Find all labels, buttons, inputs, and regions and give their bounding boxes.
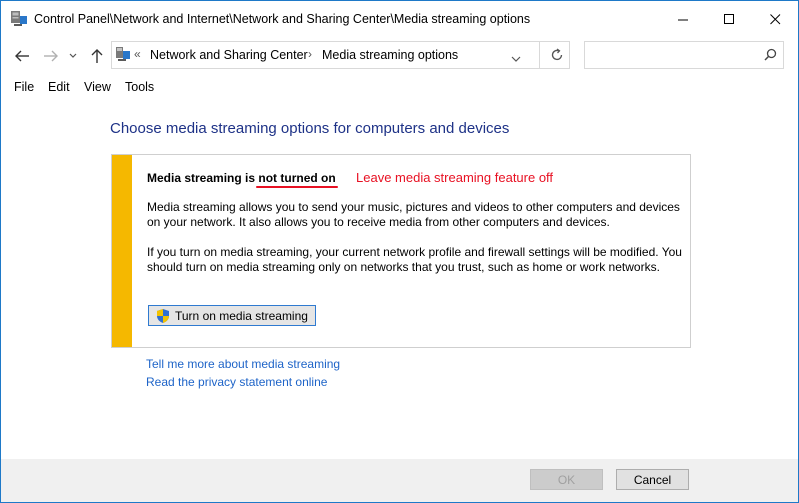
chevron-down-icon — [69, 53, 77, 58]
breadcrumb-separator[interactable]: › — [308, 47, 312, 61]
refresh-button[interactable] — [548, 46, 566, 64]
search-icon[interactable] — [764, 48, 777, 66]
turn-on-button-label: Turn on media streaming — [175, 308, 308, 323]
privacy-statement-link[interactable]: Read the privacy statement online — [146, 375, 327, 389]
back-arrow-icon — [15, 50, 29, 62]
chevron-down-icon — [511, 56, 521, 62]
breadcrumb-network-sharing-center[interactable]: Network and Sharing Center — [150, 48, 308, 62]
status-heading: Media streaming is not turned on — [147, 171, 339, 188]
up-arrow-icon — [91, 49, 103, 63]
menu-bar: File Edit View Tools — [1, 73, 798, 101]
maximize-icon — [723, 13, 734, 24]
close-button[interactable] — [752, 1, 798, 37]
status-value-wrap: not turned on — [256, 171, 339, 188]
control-panel-icon — [115, 46, 131, 69]
warning-paragraph: If you turn on media streaming, your cur… — [147, 245, 682, 274]
media-streaming-panel: Media streaming is not turned on Leave m… — [111, 154, 691, 348]
breadcrumb-media-streaming-options[interactable]: Media streaming options — [322, 48, 458, 62]
description-paragraph: Media streaming allows you to send your … — [147, 200, 680, 229]
window: Control Panel\Network and Internet\Netwo… — [0, 0, 799, 503]
menu-view[interactable]: View — [84, 80, 111, 94]
recent-locations-button[interactable] — [67, 46, 79, 66]
warning-bar — [112, 155, 132, 347]
status-value: not turned on — [258, 171, 336, 185]
address-divider — [539, 42, 540, 68]
network-media-icon — [10, 10, 28, 33]
maximize-button[interactable] — [706, 1, 752, 37]
navigation-bar: « Network and Sharing Center › Media str… — [1, 37, 798, 73]
tell-me-more-link[interactable]: Tell me more about media streaming — [146, 357, 340, 371]
window-title: Control Panel\Network and Internet\Netwo… — [34, 12, 531, 26]
status-prefix: Media streaming is — [147, 171, 259, 185]
ok-button[interactable]: OK — [530, 469, 603, 490]
breadcrumb-overflow[interactable]: « — [134, 47, 141, 61]
turn-on-media-streaming-button[interactable]: Turn on media streaming — [148, 305, 316, 326]
address-bar[interactable]: « Network and Sharing Center › Media str… — [111, 41, 570, 69]
refresh-icon — [551, 48, 563, 61]
menu-file[interactable]: File — [14, 80, 34, 94]
menu-tools[interactable]: Tools — [125, 80, 154, 94]
annotation-text: Leave media streaming feature off — [356, 170, 554, 185]
up-button[interactable] — [87, 46, 107, 66]
cancel-button[interactable]: Cancel — [616, 469, 689, 490]
search-input[interactable] — [584, 41, 784, 69]
page-title: Choose media streaming options for compu… — [110, 120, 510, 137]
address-dropdown-button[interactable] — [511, 50, 521, 68]
forward-arrow-icon — [44, 50, 58, 62]
forward-button[interactable] — [41, 46, 61, 66]
red-underline-annotation — [256, 186, 339, 188]
title-bar[interactable]: Control Panel\Network and Internet\Netwo… — [1, 1, 798, 37]
button-bar: OK Cancel — [1, 459, 798, 502]
minimize-icon — [677, 19, 688, 20]
menu-edit[interactable]: Edit — [48, 80, 70, 94]
back-button[interactable] — [12, 46, 32, 66]
uac-shield-icon — [157, 308, 169, 323]
minimize-button[interactable] — [660, 1, 706, 37]
close-icon — [769, 13, 780, 24]
